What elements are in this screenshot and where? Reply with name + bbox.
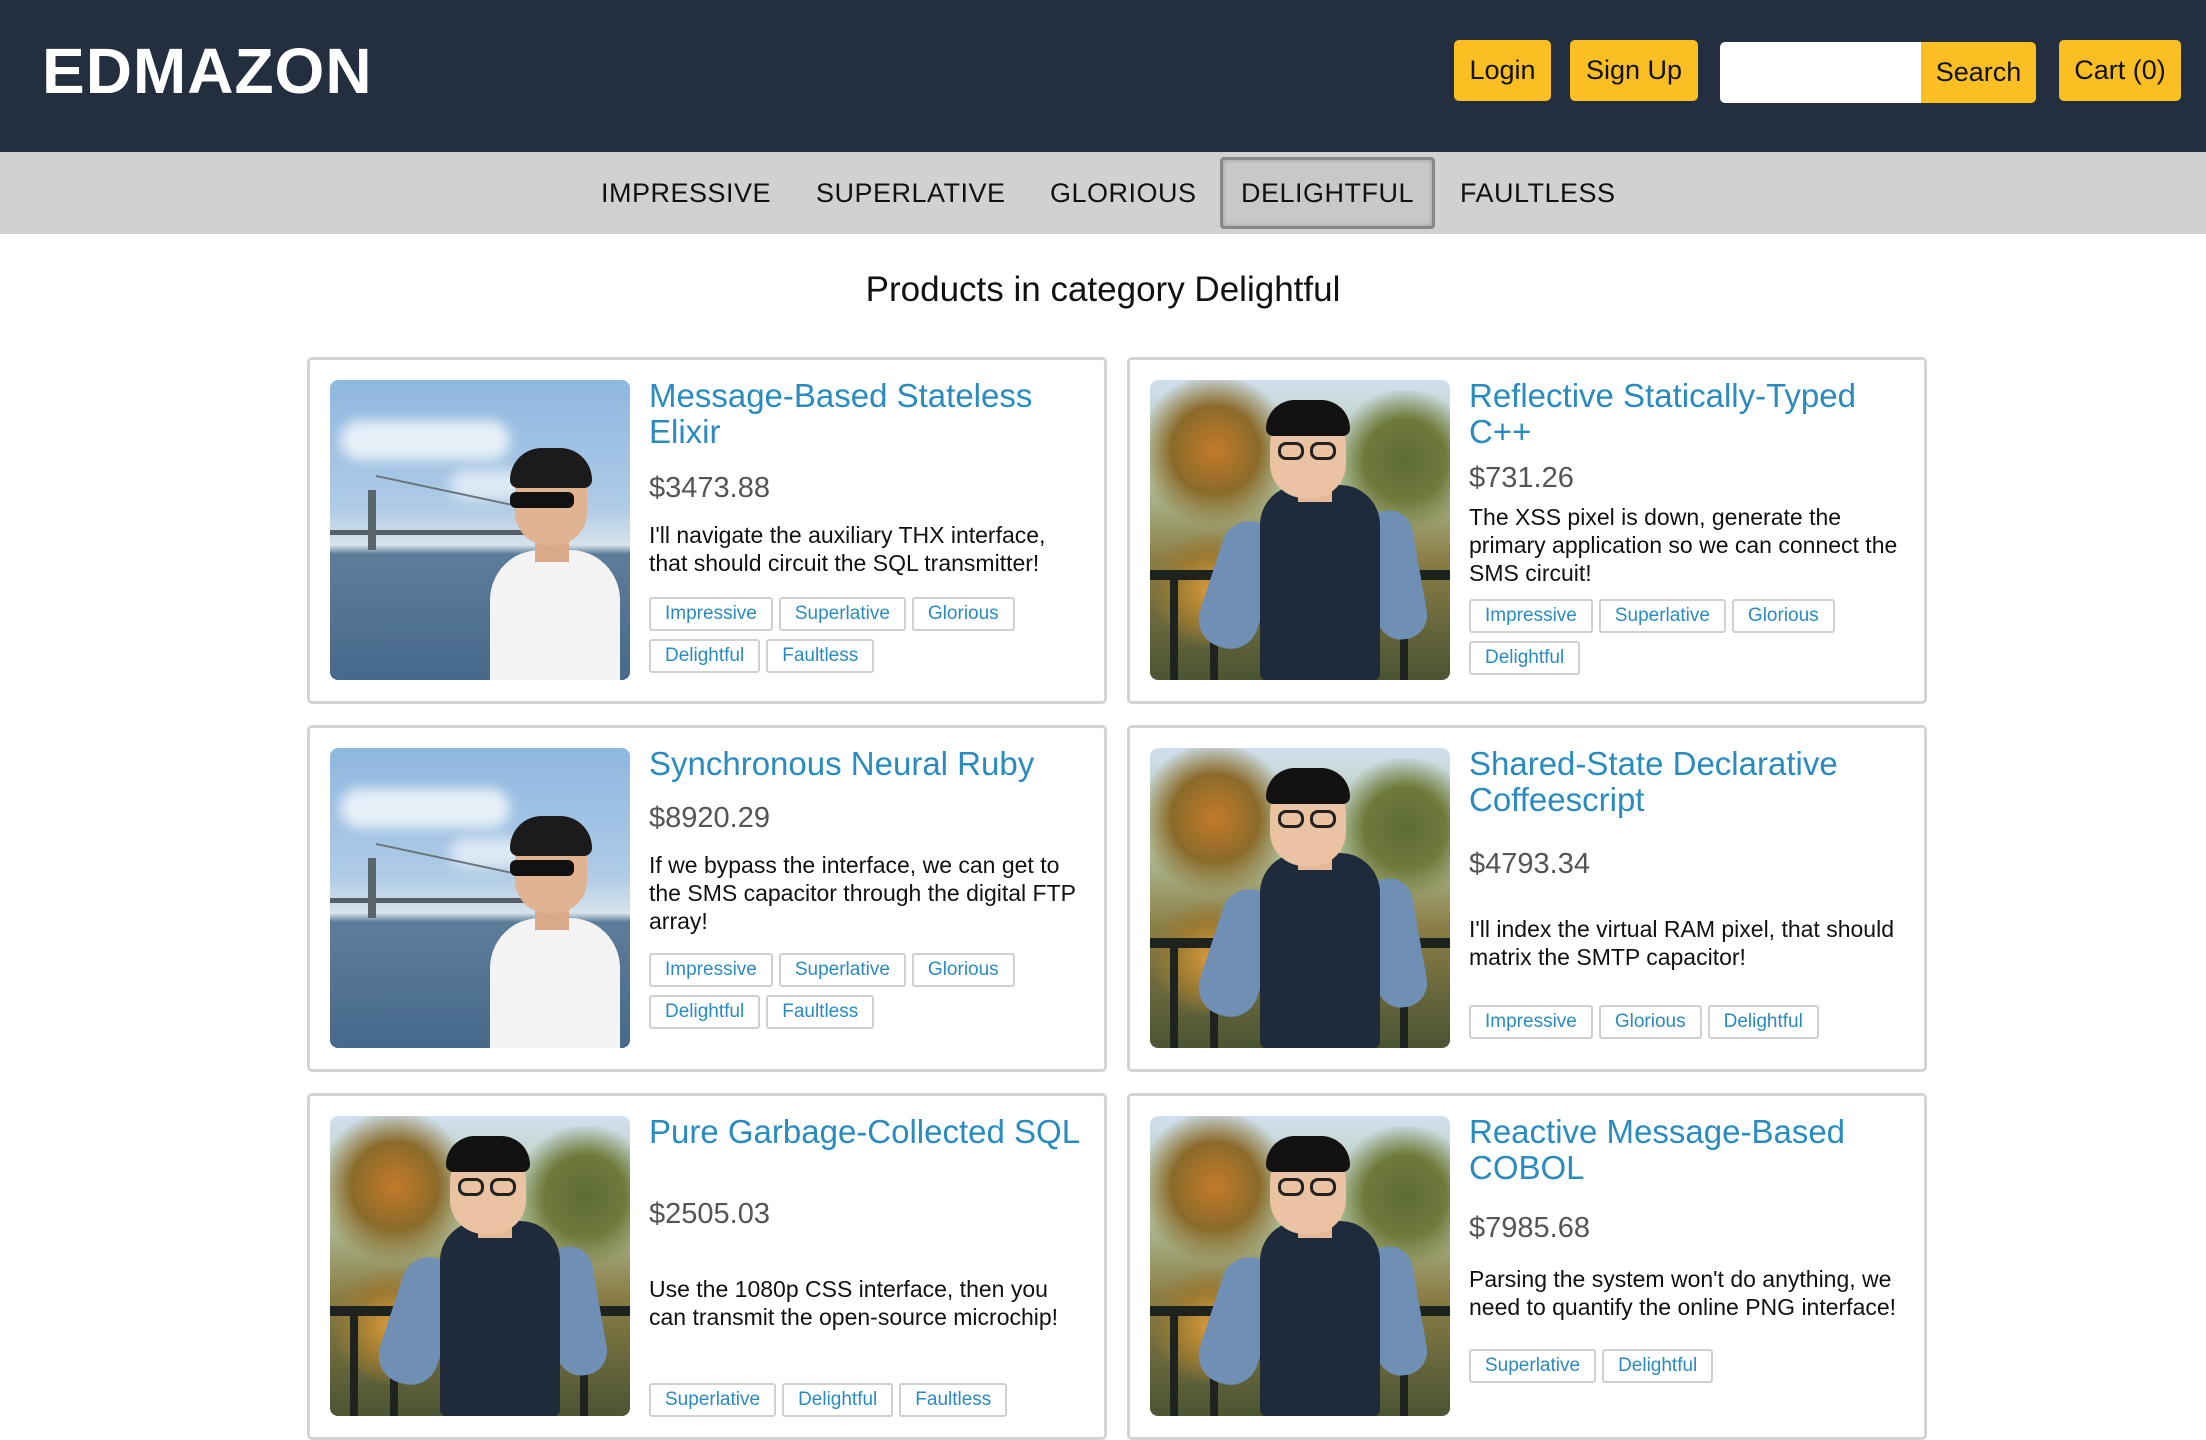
category-superlative[interactable]: SUPERLATIVE	[816, 152, 1006, 234]
product-price: $731.26	[1469, 462, 1574, 494]
product-description: I'll navigate the auxiliary THX interfac…	[649, 522, 1046, 576]
search-input[interactable]	[1720, 42, 1921, 103]
product-image[interactable]	[1150, 380, 1450, 680]
category-glorious[interactable]: GLORIOUS	[1050, 152, 1197, 234]
product-title[interactable]: Reflective Statically-Typed C++	[1469, 378, 1902, 450]
category-impressive[interactable]: IMPRESSIVE	[601, 152, 771, 234]
search-bar: Search	[1720, 42, 2036, 103]
tag-badge[interactable]: Impressive	[649, 597, 773, 631]
tag-badge[interactable]: Glorious	[1598, 1005, 1702, 1039]
product-description: The XSS pixel is down, generate the prim…	[1469, 504, 1898, 586]
tag-badge[interactable]: Impressive	[649, 953, 773, 987]
tag-badge[interactable]: Delightful	[649, 639, 761, 673]
product-tags: Superlative Delightful	[1469, 1349, 1902, 1391]
tag-badge[interactable]: Delightful	[1469, 641, 1581, 675]
tag-badge[interactable]: Faultless	[899, 1383, 1008, 1417]
product-description: I'll index the virtual RAM pixel, that s…	[1469, 916, 1894, 970]
product-title[interactable]: Shared-State Declarative Coffeescript	[1469, 746, 1902, 818]
tag-badge[interactable]: Superlative	[1598, 599, 1726, 633]
page-title: Products in category Delightful	[865, 270, 1341, 309]
product-title[interactable]: Reactive Message-Based COBOL	[1469, 1114, 1902, 1186]
tag-badge[interactable]: Delightful	[782, 1383, 894, 1417]
product-price: $3473.88	[649, 472, 770, 504]
tag-badge[interactable]: Glorious	[1731, 599, 1835, 633]
product-price: $4793.34	[1469, 848, 1590, 880]
tag-badge[interactable]: Delightful	[649, 995, 761, 1029]
tag-badge[interactable]: Superlative	[649, 1383, 777, 1417]
tag-badge[interactable]: Glorious	[911, 597, 1015, 631]
product-title[interactable]: Synchronous Neural Ruby	[649, 746, 1082, 782]
product-image[interactable]	[1150, 1116, 1450, 1416]
tag-badge[interactable]: Faultless	[766, 995, 875, 1029]
category-delightful[interactable]: DELIGHTFUL	[1220, 157, 1436, 229]
tag-badge[interactable]: Faultless	[766, 639, 875, 673]
product-price: $2505.03	[649, 1198, 770, 1230]
product-card: Reactive Message-Based COBOL $7985.68 Pa…	[1127, 1093, 1927, 1440]
tag-badge[interactable]: Impressive	[1469, 1005, 1593, 1039]
product-card: Shared-State Declarative Coffeescript $4…	[1127, 725, 1927, 1072]
product-price: $7985.68	[1469, 1212, 1590, 1244]
login-button[interactable]: Login	[1454, 40, 1551, 101]
product-card: Pure Garbage-Collected SQL $2505.03 Use …	[307, 1093, 1107, 1440]
cart-button[interactable]: Cart (0)	[2059, 40, 2181, 101]
category-nav: IMPRESSIVE SUPERLATIVE GLORIOUS DELIGHTF…	[0, 152, 2206, 234]
product-tags: Impressive Glorious Delightful	[1469, 1005, 1902, 1047]
product-description: Use the 1080p CSS interface, then you ca…	[649, 1276, 1059, 1330]
tag-badge[interactable]: Delightful	[1602, 1349, 1714, 1383]
tag-badge[interactable]: Impressive	[1469, 599, 1593, 633]
product-card: Reflective Statically-Typed C++ $731.26 …	[1127, 357, 1927, 704]
signup-button[interactable]: Sign Up	[1570, 40, 1698, 101]
tag-badge[interactable]: Superlative	[778, 597, 906, 631]
product-description: Parsing the system won't do anything, we…	[1469, 1266, 1897, 1320]
product-image[interactable]	[330, 380, 630, 680]
category-faultless[interactable]: FAULTLESS	[1460, 152, 1616, 234]
site-logo[interactable]: EDMAZON	[42, 34, 373, 108]
tag-badge[interactable]: Glorious	[911, 953, 1015, 987]
product-title[interactable]: Pure Garbage-Collected SQL	[649, 1114, 1082, 1150]
product-tags: Impressive Superlative Glorious Delightf…	[1469, 599, 1902, 683]
product-image[interactable]	[330, 1116, 630, 1416]
product-title[interactable]: Message-Based Stateless Elixir	[649, 378, 1082, 450]
tag-badge[interactable]: Superlative	[1469, 1349, 1597, 1383]
product-price: $8920.29	[649, 802, 770, 834]
product-image[interactable]	[1150, 748, 1450, 1048]
product-image[interactable]	[330, 748, 630, 1048]
product-card: Message-Based Stateless Elixir $3473.88 …	[307, 357, 1107, 704]
site-header: EDMAZON Login Sign Up Search Cart (0)	[0, 0, 2206, 152]
tag-badge[interactable]: Superlative	[778, 953, 906, 987]
tag-badge[interactable]: Delightful	[1707, 1005, 1819, 1039]
product-description: If we bypass the interface, we can get t…	[649, 852, 1076, 934]
product-card: Synchronous Neural Ruby $8920.29 If we b…	[307, 725, 1107, 1072]
product-tags: Impressive Superlative Glorious Delightf…	[649, 953, 1082, 1037]
product-tags: Impressive Superlative Glorious Delightf…	[649, 597, 1082, 681]
search-button[interactable]: Search	[1921, 42, 2036, 103]
product-tags: Superlative Delightful Faultless	[649, 1383, 1082, 1425]
